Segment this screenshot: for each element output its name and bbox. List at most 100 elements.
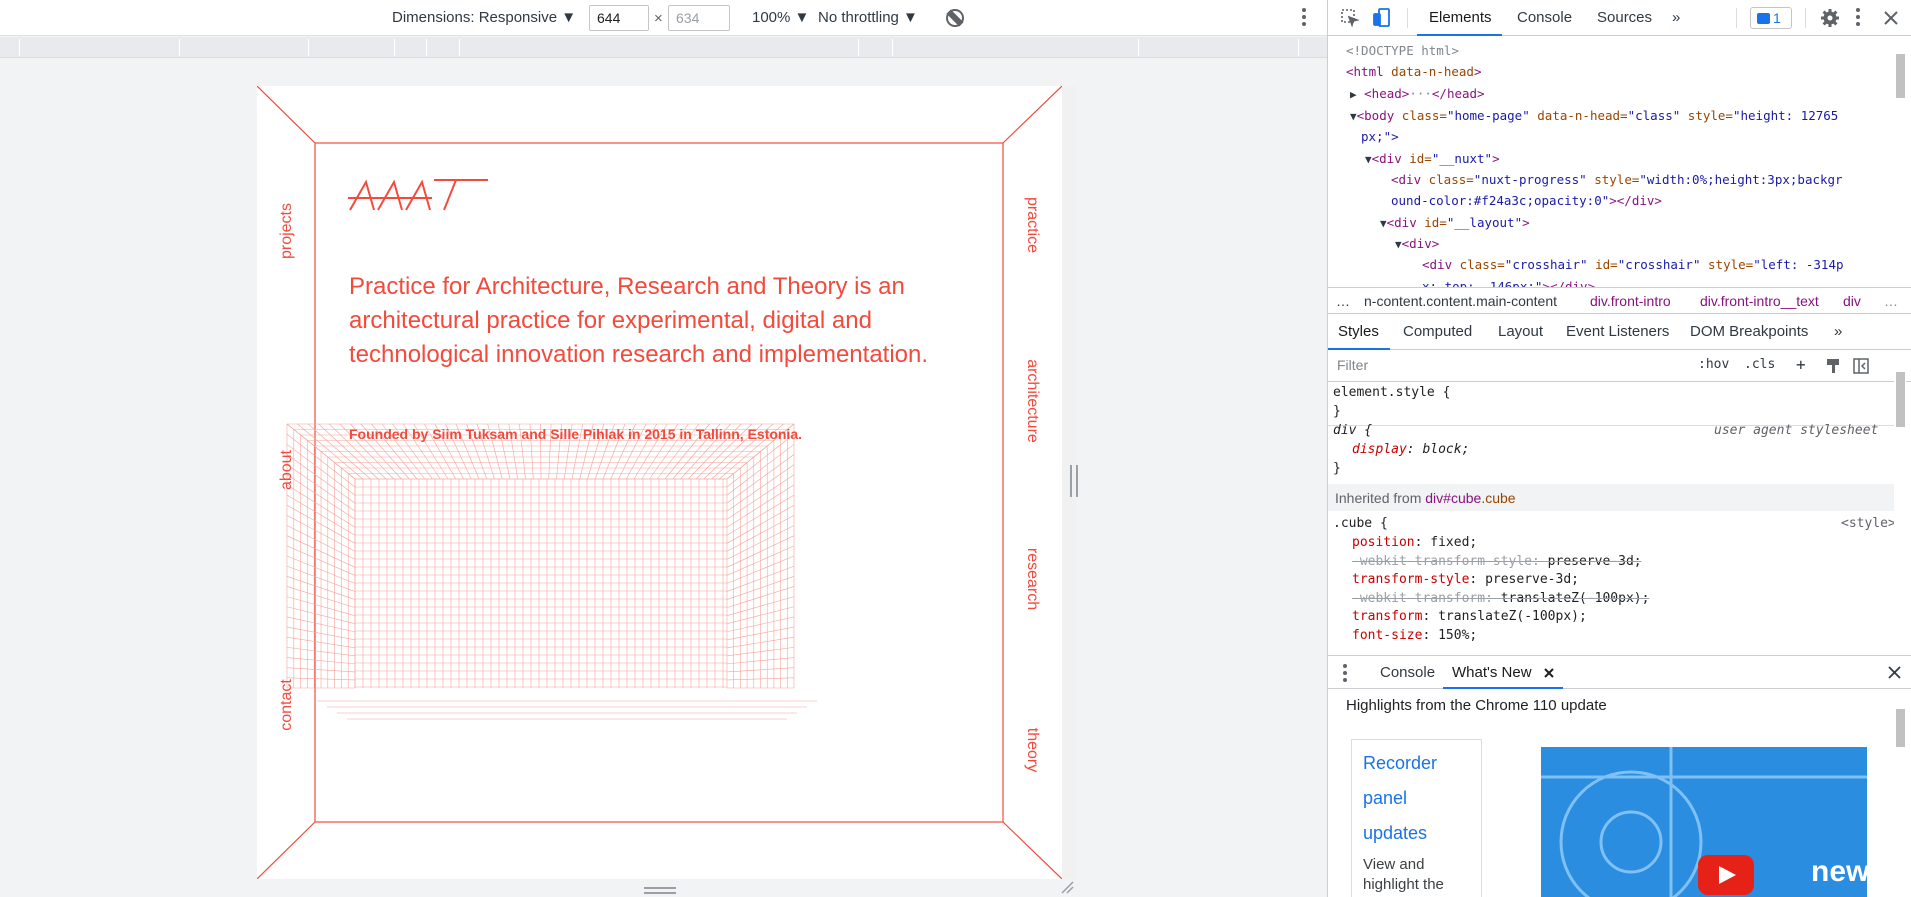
device-toolbar: Dimensions: Responsive ▼ 644 × 634 100% … [0,0,1327,36]
dom-node[interactable]: <html data-n-head> [1346,61,1481,83]
drawer-tab-console[interactable]: Console [1380,664,1435,681]
dom-node[interactable]: <!DOCTYPE html> [1346,40,1459,62]
style-declaration[interactable]: transform-style: preserve-3d; [1352,571,1579,590]
breadcrumb-item[interactable]: div.front-intro [1590,293,1671,309]
nav-research[interactable]: research [1023,544,1041,614]
div-rule-selector[interactable]: div { [1333,422,1372,441]
tab-console[interactable]: Console [1517,9,1572,26]
zoom-dropdown[interactable]: 100% ▼ [752,9,809,26]
rotate-icon[interactable] [946,9,964,27]
breadcrumb-item[interactable]: div.front-intro__text [1700,293,1819,309]
issues-count: 1 [1773,10,1781,26]
customize-menu-icon[interactable] [1856,8,1860,28]
more-options-icon[interactable] [1302,8,1306,28]
height-input[interactable]: 634 [668,5,730,31]
toolbar-divider [1805,8,1806,28]
dom-node-continuation: x; top: -146px;"></div> [1422,279,1596,287]
dom-node-progress[interactable]: <div class="nuxt-progress" style="width:… [1391,169,1843,191]
close-tab-icon[interactable] [1544,668,1554,678]
resize-handle-right[interactable] [1070,465,1078,497]
toggle-sidebar-icon[interactable] [1853,358,1869,374]
tab-sources[interactable]: Sources [1597,9,1652,26]
dom-node-crosshair[interactable]: <div class="crosshair" id="crosshair" st… [1422,254,1844,276]
feature-link[interactable]: panel [1363,781,1470,816]
tab-layout[interactable]: Layout [1498,323,1543,340]
collapse-arrow-icon: ▼ [1365,153,1372,166]
nav-architecture[interactable]: architecture [1023,351,1041,451]
nav-theory[interactable]: theory [1023,720,1041,780]
nav-projects[interactable]: projects [278,201,296,261]
dom-node-body[interactable]: ▼<body class="home-page" data-n-head="cl… [1350,105,1838,128]
dom-node-nuxt[interactable]: ▼<div id="__nuxt"> [1365,148,1500,171]
message-icon [1757,13,1770,24]
style-declaration[interactable]: font-size: 150%; [1352,627,1477,646]
styles-subtabs: Styles Computed Layout Event Listeners D… [1328,314,1911,350]
nav-practice[interactable]: practice [1023,190,1041,260]
dom-node-head[interactable]: ▶ <head>···</head> [1350,83,1485,106]
style-declaration[interactable]: -webkit-transform-style: preserve-3d; [1352,553,1642,572]
dom-node-continuation: ound-color:#f24a3c;opacity:0"></div> [1391,193,1662,208]
more-tabs-icon[interactable]: » [1672,9,1680,26]
paint-brush-icon[interactable] [1825,358,1841,374]
device-emulation-area: Dimensions: Responsive ▼ 644 × 634 100% … [0,0,1327,897]
style-declaration[interactable]: -webkit-transform: translateZ(-100px); [1352,590,1649,609]
cube-rule-selector[interactable]: .cube { [1333,515,1388,534]
issues-badge[interactable]: 1 [1750,7,1792,29]
throttling-dropdown[interactable]: No throttling ▼ [818,9,918,26]
tab-event-listeners[interactable]: Event Listeners [1566,323,1669,340]
inspect-element-icon[interactable] [1341,9,1359,27]
dom-node-layout[interactable]: ▼<div id="__layout"> [1380,212,1530,235]
style-declaration[interactable]: display: block; [1352,441,1469,460]
close-drawer-icon[interactable] [1888,666,1901,679]
element-style-rule[interactable]: element.style { [1333,384,1450,403]
drawer-tab-whats-new[interactable]: What's New [1452,664,1532,681]
hover-state-toggle[interactable]: :hov [1698,357,1729,372]
tab-elements[interactable]: Elements [1429,9,1492,26]
class-toggle[interactable]: .cls [1744,357,1775,372]
breadcrumb-item[interactable]: n-content.content.main-content [1364,293,1557,309]
aaat-logo[interactable] [348,176,493,212]
more-subtabs-icon[interactable]: » [1834,323,1842,340]
video-thumbnail[interactable]: new [1541,747,1867,897]
styles-filter-bar: Filter :hov .cls + [1328,350,1911,382]
elements-scrollbar[interactable] [1894,40,1906,280]
drawer-toolbar: Console What's New [1328,655,1911,689]
styles-scrollbar[interactable] [1894,356,1906,651]
style-declaration[interactable]: position: fixed; [1352,534,1477,553]
width-input[interactable]: 644 [589,5,649,31]
youtube-play-icon[interactable] [1698,855,1754,895]
device-toggle-icon[interactable] [1373,8,1391,28]
nav-contact[interactable]: contact [278,675,296,735]
feature-link[interactable]: Recorder [1363,746,1470,781]
feature-card[interactable]: Recorder panel updates View and highligh… [1351,739,1482,897]
nav-about[interactable]: about [278,440,296,500]
elements-tree: <!DOCTYPE html> <html data-n-head> ▶ <he… [1328,37,1911,287]
dimensions-dropdown[interactable]: Dimensions: Responsive ▼ [392,9,576,26]
style-source-link[interactable]: <style> [1841,515,1896,534]
tab-computed[interactable]: Computed [1403,323,1472,340]
expand-arrow-icon: ▶ [1350,88,1357,101]
whats-new-scrollbar[interactable] [1894,695,1906,895]
new-rule-icon[interactable]: + [1796,355,1806,374]
active-tab-indicator [1417,34,1502,36]
ua-stylesheet-label: user agent stylesheet [1714,423,1879,438]
breadcrumb-overflow[interactable]: … [1884,293,1898,309]
breadcrumb-overflow[interactable]: … [1336,293,1350,309]
tab-dom-breakpoints[interactable]: DOM Breakpoints [1690,323,1808,340]
resize-handle-bottom[interactable] [644,887,676,894]
dom-node-div[interactable]: ▼<div> [1395,233,1439,256]
filter-input[interactable]: Filter [1337,357,1368,373]
tab-styles[interactable]: Styles [1338,323,1379,340]
resize-corner-icon[interactable] [1060,880,1074,894]
drawer-menu-icon[interactable] [1343,664,1347,684]
feature-link[interactable]: updates [1363,816,1470,851]
dom-node-continuation: px;"> [1361,129,1399,144]
video-caption: new [1811,855,1867,888]
breadcrumb-item[interactable]: div [1843,293,1861,309]
inherited-from-header: Inherited from div#cube.cube [1328,484,1898,511]
close-devtools-icon[interactable] [1884,11,1898,25]
collapse-arrow-icon: ▼ [1350,110,1357,123]
media-query-ruler[interactable] [0,37,1327,58]
settings-gear-icon[interactable] [1820,8,1840,28]
style-declaration[interactable]: transform: translateZ(-100px); [1352,608,1587,627]
